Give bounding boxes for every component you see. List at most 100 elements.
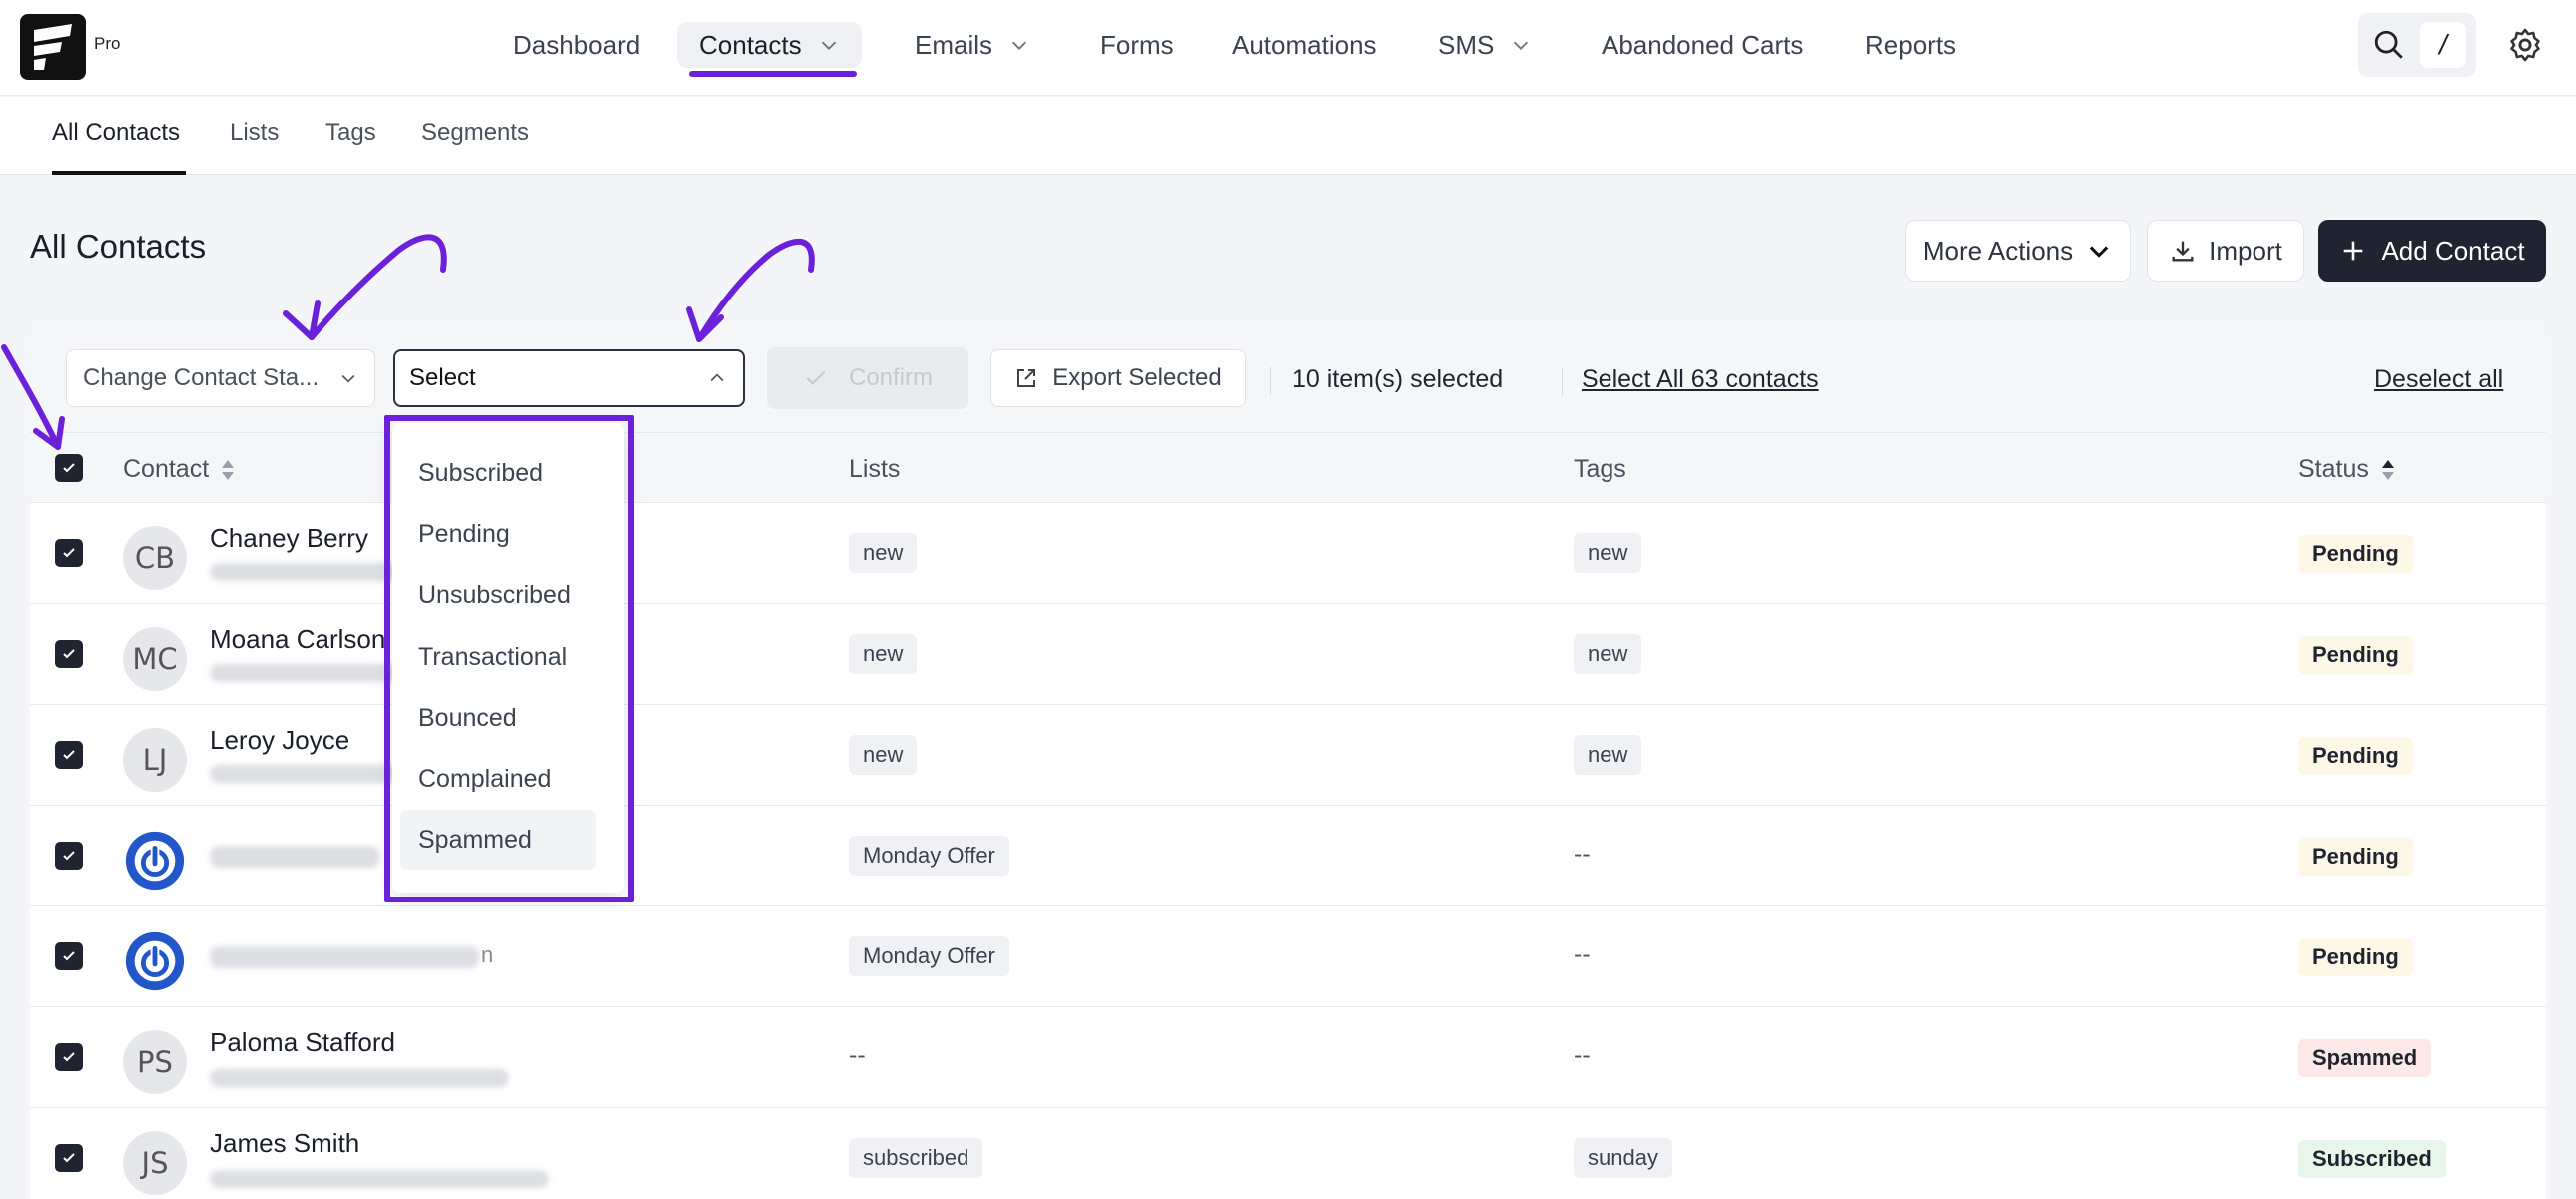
active-tab-indicator — [52, 171, 186, 175]
sort-icon — [222, 459, 235, 480]
status-badge: Pending — [2298, 838, 2413, 876]
highlight-frame — [384, 415, 634, 902]
checkmark-icon — [63, 548, 75, 558]
row-checkbox[interactable] — [55, 1043, 83, 1071]
divider — [1270, 367, 1271, 395]
nav-abandoned-carts[interactable]: Abandoned Carts — [1580, 22, 1825, 68]
row-checkbox[interactable] — [55, 942, 83, 970]
nav-automations[interactable]: Automations — [1210, 22, 1399, 68]
import-button[interactable]: Import — [2147, 220, 2304, 282]
chevron-down-icon — [821, 41, 836, 50]
column-contact[interactable]: Contact — [123, 455, 237, 484]
nav-reports[interactable]: Reports — [1843, 22, 1978, 68]
redacted-name — [210, 846, 379, 868]
status-badge: Pending — [2298, 636, 2413, 674]
select-all-checkbox[interactable] — [55, 454, 83, 482]
tab-all-contacts[interactable]: All Contacts — [52, 119, 180, 147]
download-icon — [2172, 241, 2194, 262]
brand-logo[interactable] — [20, 14, 86, 80]
nav-contacts[interactable]: Contacts — [677, 22, 862, 68]
nav-abandoned-carts-label: Abandoned Carts — [1602, 29, 1804, 60]
tag-empty: -- — [1574, 940, 1591, 968]
table-row[interactable]: PS Paloma Stafford -- -- Spammed — [30, 1007, 2546, 1108]
column-status[interactable]: Status — [2298, 455, 2397, 484]
pro-badge: Pro — [94, 34, 121, 53]
list-tag: new — [849, 533, 918, 573]
tag-empty: -- — [1574, 840, 1591, 868]
tab-tags[interactable]: Tags — [325, 119, 376, 147]
redacted-email — [210, 1069, 509, 1087]
active-nav-indicator — [689, 71, 857, 77]
nav-sms[interactable]: SMS — [1416, 22, 1554, 68]
column-tags: Tags — [1574, 455, 1626, 483]
select-all-link[interactable]: Select All 63 contacts — [1562, 365, 1819, 394]
gear-icon[interactable] — [2506, 26, 2544, 64]
chevron-down-icon — [1514, 41, 1529, 50]
change-status-label: Change Contact Sta... — [83, 364, 320, 391]
contact-name-suffix: n — [481, 942, 494, 967]
nav-sms-label: SMS — [1438, 29, 1495, 60]
sub-navigation: All Contacts Lists Tags Segments — [0, 97, 2576, 175]
checkmark-icon — [63, 649, 75, 659]
tag-pill: new — [1574, 634, 1642, 674]
redacted-email — [210, 765, 409, 783]
tag-pill: sunday — [1574, 1138, 1672, 1178]
nav-dashboard[interactable]: Dashboard — [491, 22, 662, 68]
list-tag: Monday Offer — [849, 936, 1009, 976]
row-checkbox[interactable] — [55, 640, 83, 668]
column-lists: Lists — [849, 455, 901, 483]
contact-name[interactable]: Leroy Joyce — [210, 725, 349, 756]
contact-name[interactable]: James Smith — [210, 1128, 359, 1159]
shortcut-key: / — [2420, 22, 2466, 68]
avatar: MC — [123, 627, 187, 691]
page-title: All Contacts — [30, 228, 207, 265]
add-contact-button[interactable]: Add Contact — [2318, 220, 2546, 282]
tag-empty: -- — [1574, 1041, 1591, 1069]
tab-segments[interactable]: Segments — [421, 119, 529, 147]
row-checkbox[interactable] — [55, 1144, 83, 1172]
avatar: JS — [123, 1131, 187, 1195]
checkmark-icon — [63, 750, 75, 760]
nav-contacts-label: Contacts — [699, 29, 802, 60]
avatar — [123, 829, 187, 893]
check-icon — [806, 370, 826, 385]
table-row[interactable]: n Monday Offer -- Pending — [30, 906, 2546, 1007]
status-badge: Subscribed — [2298, 1140, 2446, 1178]
tab-lists[interactable]: Lists — [230, 119, 279, 147]
list-empty: -- — [849, 1041, 866, 1069]
export-icon — [1017, 369, 1036, 387]
change-status-dropdown[interactable]: Change Contact Sta... — [66, 349, 375, 407]
logo-mark-icon — [34, 24, 72, 70]
status-select[interactable]: Select — [393, 349, 745, 407]
status-badge: Pending — [2298, 737, 2413, 775]
checkmark-icon — [63, 1052, 75, 1062]
row-checkbox[interactable] — [55, 842, 83, 870]
arrow-to-status-dropdown — [309, 234, 447, 340]
top-navigation: Pro Dashboard Contacts Emails Forms Auto… — [0, 0, 2576, 96]
row-checkbox[interactable] — [55, 539, 83, 567]
more-actions-button[interactable]: More Actions — [1905, 220, 2131, 282]
plus-icon — [2344, 241, 2363, 261]
export-selected-button[interactable]: Export Selected — [990, 349, 1246, 407]
search-icon[interactable] — [2372, 28, 2406, 62]
confirm-button[interactable]: Confirm — [767, 347, 968, 409]
contact-name[interactable]: Chaney Berry — [210, 523, 368, 554]
nav-reports-label: Reports — [1865, 29, 1957, 60]
sort-icon — [2381, 459, 2394, 480]
checkmark-icon — [63, 851, 75, 861]
redacted-email — [210, 1170, 549, 1188]
checkmark-icon — [63, 951, 75, 961]
checkmark-icon — [63, 1153, 75, 1163]
table-row[interactable]: JS James Smith subscribed sunday Subscri… — [30, 1108, 2546, 1199]
contact-name[interactable]: Moana Carlson — [210, 624, 385, 655]
chevron-up-icon — [710, 373, 724, 382]
contact-name[interactable]: Paloma Stafford — [210, 1027, 395, 1058]
nav-forms[interactable]: Forms — [1078, 22, 1196, 68]
confirm-label: Confirm — [848, 364, 933, 391]
nav-emails[interactable]: Emails — [893, 22, 1052, 68]
row-checkbox[interactable] — [55, 741, 83, 769]
list-tag: new — [849, 735, 918, 775]
status-badge: Spammed — [2298, 1039, 2432, 1077]
selected-count: 10 item(s) selected — [1292, 365, 1504, 393]
deselect-all-link[interactable]: Deselect all — [2374, 365, 2503, 394]
